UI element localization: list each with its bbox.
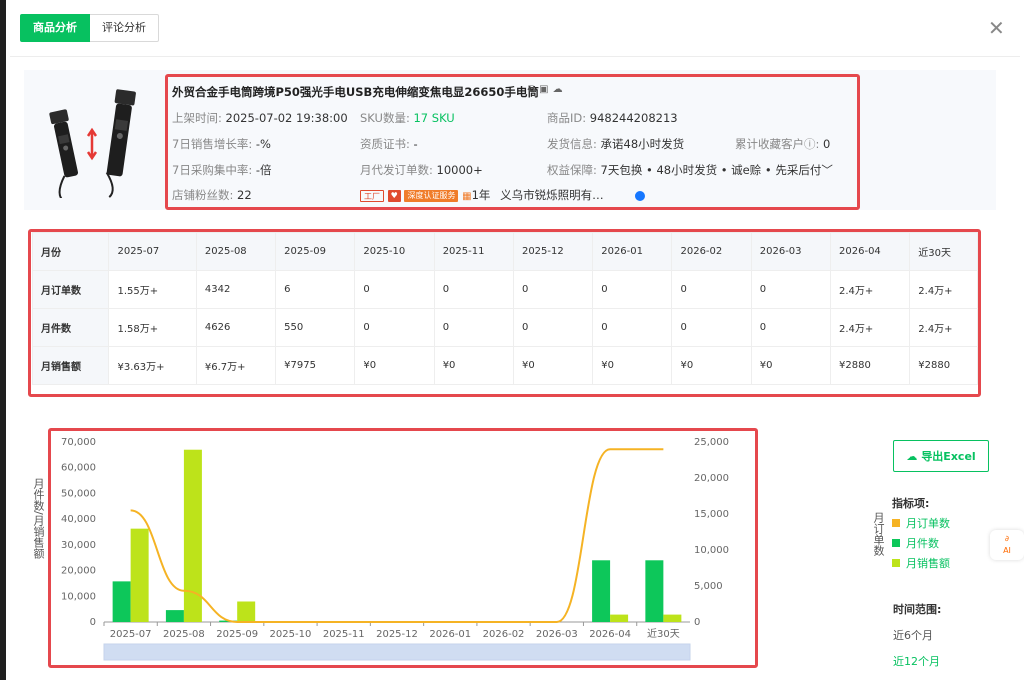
bar-sales (130, 528, 149, 622)
sales-chart: 0 10,000 20,000 30,000 40,000 50,000 60,000 70,… (61, 437, 729, 661)
legend-title: 指标项: (892, 497, 930, 510)
product-analysis-dialog: 商品分析 评论分析 ✕ 外贸合金手电筒跨境P50强光手电USB充电伸缩变焦电显2… (0, 0, 1024, 680)
legend-item-pieces[interactable]: 月件数 (892, 535, 950, 551)
y-left-tick-label: 20,000 (61, 566, 96, 577)
range-12-months[interactable]: 近12个月 (893, 653, 941, 669)
bar-pieces (592, 560, 611, 622)
zoom-slider-range (104, 644, 690, 660)
y-left-tick-label: 10,000 (61, 591, 96, 602)
x-tick-label: 2026-03 (536, 629, 578, 640)
x-tick-label: 近30天 (647, 627, 680, 640)
left-axis-label: 月件数/月销售额 (32, 478, 45, 559)
bar-pieces (165, 610, 184, 622)
y-left-tick-label: 40,000 (61, 514, 96, 525)
y-right-tick-label: 20,000 (694, 473, 729, 484)
y-left-tick-label: 50,000 (61, 488, 96, 499)
x-tick-label: 2025-12 (376, 629, 418, 640)
x-tick-label: 2025-07 (110, 629, 152, 640)
ai-assistant-icon[interactable]: ∂ AI (990, 530, 1024, 560)
y-right-tick-label: 15,000 (694, 509, 729, 520)
bar-sales (610, 614, 629, 622)
x-tick-label: 2025-10 (270, 629, 312, 640)
y-left-tick-label: 70,000 (61, 437, 96, 448)
y-right-tick-label: 10,000 (694, 545, 729, 556)
range-title: 时间范围: (893, 603, 942, 616)
bar-sales (663, 614, 682, 622)
y-left-tick-label: 30,000 (61, 540, 96, 551)
y-left-tick-label: 0 (90, 617, 96, 628)
x-tick-label: 2026-04 (589, 629, 631, 640)
bar-sales (237, 601, 256, 622)
time-range: 时间范围: 近6个月 近12个月 (893, 601, 941, 669)
x-tick-label: 2025-11 (323, 629, 365, 640)
x-tick-label: 2025-08 (163, 629, 205, 640)
y-left-tick-label: 60,000 (61, 463, 96, 474)
y-right-tick-label: 0 (694, 617, 700, 628)
export-excel-button[interactable]: ☁ 导出Excel (893, 440, 989, 472)
x-tick-label: 2026-02 (483, 629, 525, 640)
x-tick-label: 2026-01 (429, 629, 471, 640)
bar-pieces (112, 581, 131, 622)
y-right-tick-label: 5,000 (694, 581, 723, 592)
x-tick-label: 2025-09 (216, 629, 258, 640)
y-right-tick-label: 25,000 (694, 437, 729, 448)
bar-pieces (645, 560, 664, 622)
legend-item-sales[interactable]: 月销售额 (892, 555, 950, 571)
cloud-download-icon: ☁ (906, 449, 918, 463)
legend-item-orders[interactable]: 月订单数 (892, 515, 950, 531)
line-orders (130, 448, 664, 623)
right-axis-label: 月订单数 (872, 512, 885, 556)
metric-legend: 指标项: 月订单数 月件数 月销售额 (892, 495, 950, 571)
range-6-months[interactable]: 近6个月 (893, 627, 941, 643)
